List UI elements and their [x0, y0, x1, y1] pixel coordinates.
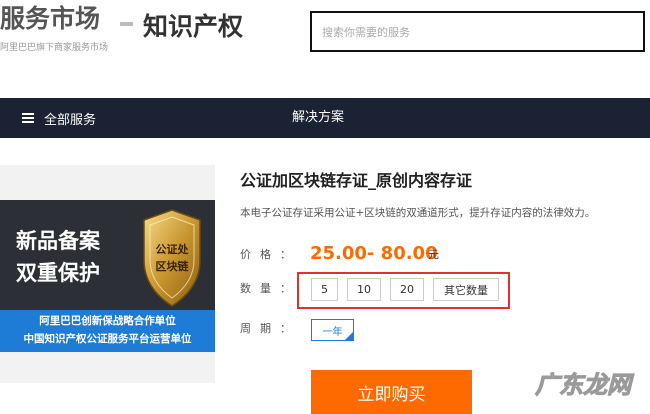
site-header: 服务市场 阿里巴巴旗下商家服务市场 知识产权 — [0, 0, 650, 98]
product-image: 新品备案 双重保护 公证处 区块链 阿里巴巴创新保战略合作单位 中国知识产权公证… — [0, 165, 215, 383]
search-input[interactable] — [322, 22, 622, 42]
period-option-one-year[interactable]: 一年 — [311, 319, 354, 341]
quantity-option-5[interactable]: 5 — [311, 278, 338, 301]
product-title: 公证加区块链存证_原创内容存证 — [240, 171, 473, 190]
logo-text: 服务市场 — [0, 4, 101, 33]
search-box[interactable] — [310, 11, 645, 52]
watermark-text: 广东龙网 — [535, 371, 632, 400]
price-label: 价格： — [240, 248, 300, 261]
quantity-option-other[interactable]: 其它数量 — [433, 278, 499, 301]
watermark: 广东龙网 — [503, 366, 650, 406]
period-label: 周期： — [240, 322, 300, 335]
buy-now-button[interactable]: 立即购买 — [311, 370, 472, 414]
price-value: 25.00- 80.00 — [310, 243, 438, 264]
quantity-label: 数量： — [240, 282, 300, 295]
logo[interactable]: 服务市场 — [0, 4, 100, 34]
price-unit: 元 — [428, 248, 439, 261]
logo-subtitle: 阿里巴巴旗下商家服务市场 — [0, 43, 109, 53]
shield-icon: 公证处 区块链 — [143, 209, 201, 307]
strip-line-2: 中国知识产权公证服务平台运营单位 — [23, 333, 192, 345]
logo-divider — [120, 22, 133, 26]
nav-all-services[interactable]: 全部服务 — [22, 108, 96, 128]
strip-line-1: 阿里巴巴创新保战略合作单位 — [39, 315, 176, 327]
menu-icon — [22, 113, 34, 123]
nav-all-services-label: 全部服务 — [44, 112, 97, 128]
banner-line-1: 新品备案 — [16, 229, 100, 253]
product-strip: 阿里巴巴创新保战略合作单位 中国知识产权公证服务平台运营单位 — [0, 310, 215, 352]
section-title: 知识产权 — [143, 12, 244, 41]
period-option-label: 一年 — [322, 326, 343, 338]
quantity-option-20[interactable]: 20 — [390, 278, 424, 301]
selected-corner-icon — [345, 332, 353, 340]
quantity-option-10[interactable]: 10 — [347, 278, 381, 301]
banner-line-2: 双重保护 — [16, 261, 100, 285]
main-nav: 全部服务 解决方案 — [0, 98, 650, 138]
product-description: 本电子公证存证采用公证+区块链的双通道形式，提升存证内容的法律效力。 — [240, 207, 596, 219]
shield-text-2: 区块链 — [156, 259, 190, 273]
product-banner: 新品备案 双重保护 公证处 区块链 — [0, 200, 215, 315]
nav-solutions[interactable]: 解决方案 — [292, 108, 344, 128]
shield-text-1: 公证处 — [156, 242, 190, 256]
